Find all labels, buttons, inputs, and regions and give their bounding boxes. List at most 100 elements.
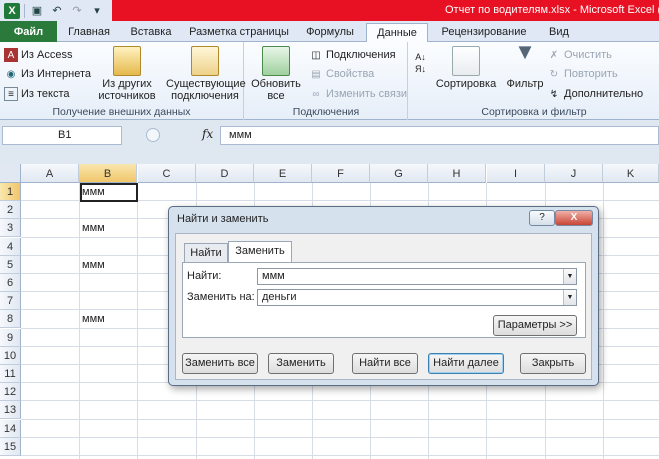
from-access-button[interactable]: A Из Access xyxy=(4,48,72,62)
row-header-1[interactable]: 1 xyxy=(0,183,21,201)
from-web-button[interactable]: ◉ Из Интернета xyxy=(4,67,91,81)
group-label: Получение внешних данных xyxy=(52,106,191,118)
sort-button[interactable]: Сортировка xyxy=(435,46,497,90)
tab-page-layout[interactable]: Разметка страницы xyxy=(184,23,294,42)
cell-b5[interactable]: ммм xyxy=(80,259,105,271)
tab-insert[interactable]: Вставка xyxy=(122,23,180,42)
quick-access-toolbar: X ▣ ↶ ↷ ▾ xyxy=(4,2,105,19)
column-header-i[interactable]: I xyxy=(487,164,545,183)
sort-az-button[interactable]: A↓ Я↓ xyxy=(415,52,426,74)
replace-all-button[interactable]: Заменить все xyxy=(182,353,258,374)
row-header-11[interactable]: 11 xyxy=(0,365,21,383)
cell-b3[interactable]: ммм xyxy=(80,222,105,234)
insert-function-icon[interactable]: fx xyxy=(202,127,213,141)
row-header-9[interactable]: 9 xyxy=(0,328,21,347)
existing-connections-button[interactable]: Существующие подключения xyxy=(166,46,246,102)
tab-find[interactable]: Найти xyxy=(184,243,228,262)
active-cell-border xyxy=(80,183,138,202)
column-header-e[interactable]: E xyxy=(254,164,312,183)
row-header-15[interactable]: 15 xyxy=(0,437,21,456)
advanced-button[interactable]: ↯ Дополнительно xyxy=(547,87,643,101)
replace-button[interactable]: Заменить xyxy=(268,353,334,374)
undo-icon[interactable]: ↶ xyxy=(49,3,65,19)
chevron-down-icon[interactable]: ▼ xyxy=(563,290,576,305)
customize-qat-icon[interactable]: ▾ xyxy=(89,3,105,19)
chevron-down-icon[interactable]: ▼ xyxy=(563,269,576,284)
properties-button[interactable]: ▤ Свойства xyxy=(309,67,374,81)
tab-replace[interactable]: Заменить xyxy=(228,241,292,262)
reapply-button[interactable]: ↻ Повторить xyxy=(547,67,618,81)
from-web-label: Из Интернета xyxy=(21,68,91,80)
excel-logo-icon[interactable]: X xyxy=(4,2,20,19)
from-text-label: Из текста xyxy=(21,88,70,100)
options-button[interactable]: Параметры >> xyxy=(493,315,577,336)
from-text-button[interactable]: ≡ Из текста xyxy=(4,87,70,101)
find-value: ммм xyxy=(262,270,285,282)
sort-az-icon: A↓ xyxy=(415,52,426,62)
row-header-14[interactable]: 14 xyxy=(0,419,21,438)
close-icon[interactable]: X xyxy=(555,210,593,226)
help-icon[interactable]: ? xyxy=(529,210,555,226)
row-header-10[interactable]: 10 xyxy=(0,346,21,365)
from-access-label: Из Access xyxy=(21,49,73,61)
tab-data[interactable]: Данные xyxy=(366,23,428,43)
filter-funnel-icon: ▼ xyxy=(514,39,536,64)
row-header-13[interactable]: 13 xyxy=(0,401,21,420)
text-file-icon: ≡ xyxy=(4,87,18,101)
find-all-button[interactable]: Найти все xyxy=(352,353,418,374)
other-sources-button[interactable]: Из других источников xyxy=(92,46,162,102)
gridline-horizontal xyxy=(21,418,659,420)
replace-panel: Найти: ммм ▼ Заменить на: деньги ▼ Парам… xyxy=(182,262,586,338)
column-header-g[interactable]: G xyxy=(370,164,428,183)
formula-input[interactable]: ммм xyxy=(220,126,659,145)
name-box[interactable]: B1 xyxy=(2,126,122,145)
row-header-8[interactable]: 8 xyxy=(0,310,21,329)
find-replace-dialog: Найти и заменить ? X Найти Заменить Найт… xyxy=(168,206,599,386)
title-bar: X ▣ ↶ ↷ ▾ Отчет по водителям.xlsx - Micr… xyxy=(0,0,659,21)
column-header-a[interactable]: A xyxy=(21,164,79,183)
tab-file[interactable]: Файл xyxy=(0,21,57,42)
refresh-all-button[interactable]: Обновить все xyxy=(251,46,301,102)
tab-home[interactable]: Главная xyxy=(60,23,118,42)
select-all-button[interactable] xyxy=(0,164,21,183)
row-header-6[interactable]: 6 xyxy=(0,274,21,292)
row-header-4[interactable]: 4 xyxy=(0,237,21,256)
reapply-icon: ↻ xyxy=(549,68,559,80)
properties-icon: ▤ xyxy=(311,68,321,80)
column-header-b[interactable]: B xyxy=(79,164,137,183)
find-input[interactable]: ммм ▼ xyxy=(257,268,577,285)
ribbon: A Из Access ◉ Из Интернета ≡ Из текста И… xyxy=(0,39,659,120)
row-header-3[interactable]: 3 xyxy=(0,219,21,238)
edit-links-button[interactable]: ∞ Изменить связи xyxy=(309,87,407,101)
connections-button[interactable]: ◫ Подключения xyxy=(309,48,396,62)
floppy-disk-icon[interactable]: ▣ xyxy=(29,3,45,19)
row-header-2[interactable]: 2 xyxy=(0,201,21,220)
dialog-body: Найти Заменить Найти: ммм ▼ Заменить на:… xyxy=(175,233,592,380)
connections-icon xyxy=(191,46,219,76)
cell-b8[interactable]: ммм xyxy=(80,313,105,325)
column-header-k[interactable]: K xyxy=(603,164,659,183)
clear-button[interactable]: ✗ Очистить xyxy=(547,48,612,62)
row-header-7[interactable]: 7 xyxy=(0,292,21,311)
row-header-12[interactable]: 12 xyxy=(0,383,21,402)
column-header-c[interactable]: C xyxy=(138,164,196,183)
column-header-h[interactable]: H xyxy=(428,164,486,183)
column-header-f[interactable]: F xyxy=(312,164,370,183)
existing-connections-label-1: Существующие xyxy=(166,78,246,90)
replace-input[interactable]: деньги ▼ xyxy=(257,289,577,306)
find-next-button[interactable]: Найти далее xyxy=(428,353,504,374)
redo-icon[interactable]: ↷ xyxy=(69,3,85,19)
column-header-d[interactable]: D xyxy=(196,164,254,183)
tab-view[interactable]: Вид xyxy=(540,23,578,42)
tab-formulas[interactable]: Формулы xyxy=(298,23,362,42)
filter-button[interactable]: ▼ Фильтр xyxy=(505,39,545,91)
database-icon xyxy=(113,46,141,76)
group-label: Сортировка и фильтр xyxy=(481,106,587,118)
row-header-5[interactable]: 5 xyxy=(0,255,21,274)
access-icon: A xyxy=(4,48,18,62)
connections-label: Подключения xyxy=(326,49,396,61)
formula-bar-handle xyxy=(146,128,160,142)
column-header-j[interactable]: J xyxy=(545,164,603,183)
gridline-vertical xyxy=(603,183,604,459)
close-button[interactable]: Закрыть xyxy=(520,353,586,374)
